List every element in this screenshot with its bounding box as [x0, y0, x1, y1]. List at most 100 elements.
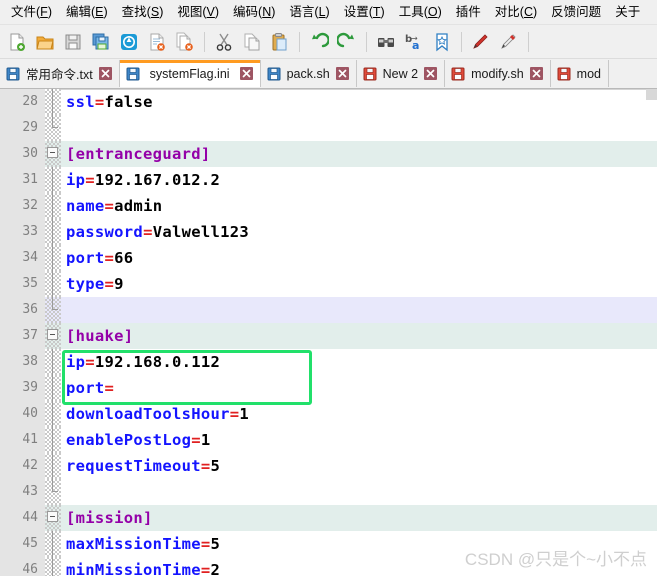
code-text[interactable]: ssl=false — [61, 89, 657, 115]
close-icon[interactable] — [239, 67, 253, 80]
cut-icon[interactable] — [211, 29, 237, 55]
fold-column[interactable] — [45, 219, 61, 245]
code-line[interactable]: 43 — [0, 479, 657, 505]
code-text[interactable]: password=Valwell123 — [61, 219, 657, 245]
save-icon[interactable] — [60, 29, 86, 55]
close-all-files-icon[interactable] — [172, 29, 198, 55]
close-icon[interactable] — [98, 67, 112, 80]
fold-column[interactable] — [45, 297, 61, 323]
code-line[interactable]: 34 port=66 — [0, 245, 657, 271]
code-area[interactable]: 28 ssl=false 29 30 [entranceguard] 31 ip=192.1… — [0, 89, 657, 576]
code-line[interactable]: 28 ssl=false — [0, 89, 657, 115]
fold-column[interactable] — [45, 141, 61, 167]
code-line[interactable]: 39 port= — [0, 375, 657, 401]
code-line[interactable]: 44 [mission] — [0, 505, 657, 531]
fold-column[interactable] — [45, 375, 61, 401]
editor-pane[interactable]: 28 ssl=false 29 30 [entranceguard] 31 ip=192.1… — [0, 88, 657, 576]
fold-column[interactable] — [45, 245, 61, 271]
fold-column[interactable] — [45, 505, 61, 531]
fold-column[interactable] — [45, 557, 61, 576]
fold-column[interactable] — [45, 479, 61, 505]
code-text[interactable]: [huake] — [61, 323, 657, 349]
code-line[interactable]: 40 downloadToolsHour=1 — [0, 401, 657, 427]
close-icon[interactable] — [424, 67, 438, 80]
menu-about[interactable]: 关于 — [608, 2, 647, 22]
code-text[interactable]: name=admin — [61, 193, 657, 219]
fold-minus-icon[interactable] — [47, 329, 58, 340]
tab-systemflag-ini[interactable]: systemFlag.ini — [119, 60, 261, 87]
code-text[interactable] — [61, 297, 657, 323]
code-text[interactable]: port= — [61, 375, 657, 401]
undo-icon[interactable] — [306, 29, 332, 55]
code-text[interactable] — [61, 479, 657, 505]
tab-modify-sh[interactable]: modify.sh — [445, 60, 551, 87]
replace-icon[interactable]: b → a — [401, 29, 427, 55]
fold-minus-icon[interactable] — [47, 147, 58, 158]
menu-encoding[interactable]: 编码(N) — [226, 2, 282, 22]
code-text[interactable]: enablePostLog=1 — [61, 427, 657, 453]
code-text[interactable]: port=66 — [61, 245, 657, 271]
fold-column[interactable] — [45, 453, 61, 479]
ini-value: 9 — [114, 275, 124, 293]
menu-feedback[interactable]: 反馈问题 — [544, 2, 608, 22]
code-line[interactable]: 41 enablePostLog=1 — [0, 427, 657, 453]
code-line[interactable]: 30 [entranceguard] — [0, 141, 657, 167]
tab-new-2[interactable]: New 2 — [356, 60, 446, 87]
code-text[interactable]: [entranceguard] — [61, 141, 657, 167]
tab-changyongmingling-txt[interactable]: 常用命令.txt — [0, 60, 120, 87]
fold-column[interactable] — [45, 427, 61, 453]
save-red-icon — [363, 67, 377, 81]
fold-column[interactable] — [45, 89, 61, 115]
find-icon[interactable] — [373, 29, 399, 55]
close-file-icon[interactable] — [144, 29, 170, 55]
fold-minus-icon[interactable] — [47, 511, 58, 522]
tab-pack-sh[interactable]: pack.sh — [260, 60, 357, 87]
menu-compare[interactable]: 对比(C) — [488, 2, 544, 22]
fold-column[interactable] — [45, 271, 61, 297]
print-icon[interactable] — [116, 29, 142, 55]
menu-language[interactable]: 语言(L) — [282, 2, 336, 22]
code-line[interactable]: 36 — [0, 297, 657, 323]
menu-view[interactable]: 视图(V) — [170, 2, 226, 22]
code-line[interactable]: 42 requestTimeout=5 — [0, 453, 657, 479]
code-line[interactable]: 29 — [0, 115, 657, 141]
menu-file[interactable]: 文件(F) — [4, 2, 59, 22]
fold-column[interactable] — [45, 323, 61, 349]
zoom-in-icon[interactable] — [468, 29, 494, 55]
tab-mod-truncated[interactable]: mod — [550, 60, 609, 87]
code-line[interactable]: 37 [huake] — [0, 323, 657, 349]
zoom-out-icon[interactable] — [496, 29, 522, 55]
menu-settings[interactable]: 设置(T) — [337, 2, 392, 22]
code-text[interactable]: ip=192.167.012.2 — [61, 167, 657, 193]
fold-column[interactable] — [45, 167, 61, 193]
code-text[interactable]: [mission] — [61, 505, 657, 531]
fold-column[interactable] — [45, 531, 61, 557]
code-line[interactable]: 35 type=9 — [0, 271, 657, 297]
fold-column[interactable] — [45, 349, 61, 375]
code-text[interactable]: ip=192.168.0.112 — [61, 349, 657, 375]
save-all-icon[interactable] — [88, 29, 114, 55]
code-line[interactable]: 33 password=Valwell123 — [0, 219, 657, 245]
fold-column[interactable] — [45, 401, 61, 427]
code-line[interactable]: 32 name=admin — [0, 193, 657, 219]
copy-icon[interactable] — [239, 29, 265, 55]
menu-edit[interactable]: 编辑(E) — [59, 2, 115, 22]
redo-icon[interactable] — [334, 29, 360, 55]
paste-icon[interactable] — [267, 29, 293, 55]
fold-column[interactable] — [45, 115, 61, 141]
menu-search[interactable]: 查找(S) — [115, 2, 171, 22]
code-text[interactable]: downloadToolsHour=1 — [61, 401, 657, 427]
code-line[interactable]: 31 ip=192.167.012.2 — [0, 167, 657, 193]
fold-column[interactable] — [45, 193, 61, 219]
bookmark-icon[interactable] — [429, 29, 455, 55]
menu-plugins[interactable]: 插件 — [449, 2, 488, 22]
close-icon[interactable] — [335, 67, 349, 80]
code-line[interactable]: 38 ip=192.168.0.112 — [0, 349, 657, 375]
close-icon[interactable] — [529, 67, 543, 80]
code-text[interactable]: type=9 — [61, 271, 657, 297]
open-folder-icon[interactable] — [32, 29, 58, 55]
new-file-icon[interactable] — [4, 29, 30, 55]
code-text[interactable] — [61, 115, 657, 141]
code-text[interactable]: requestTimeout=5 — [61, 453, 657, 479]
menu-tools[interactable]: 工具(O) — [392, 2, 449, 22]
